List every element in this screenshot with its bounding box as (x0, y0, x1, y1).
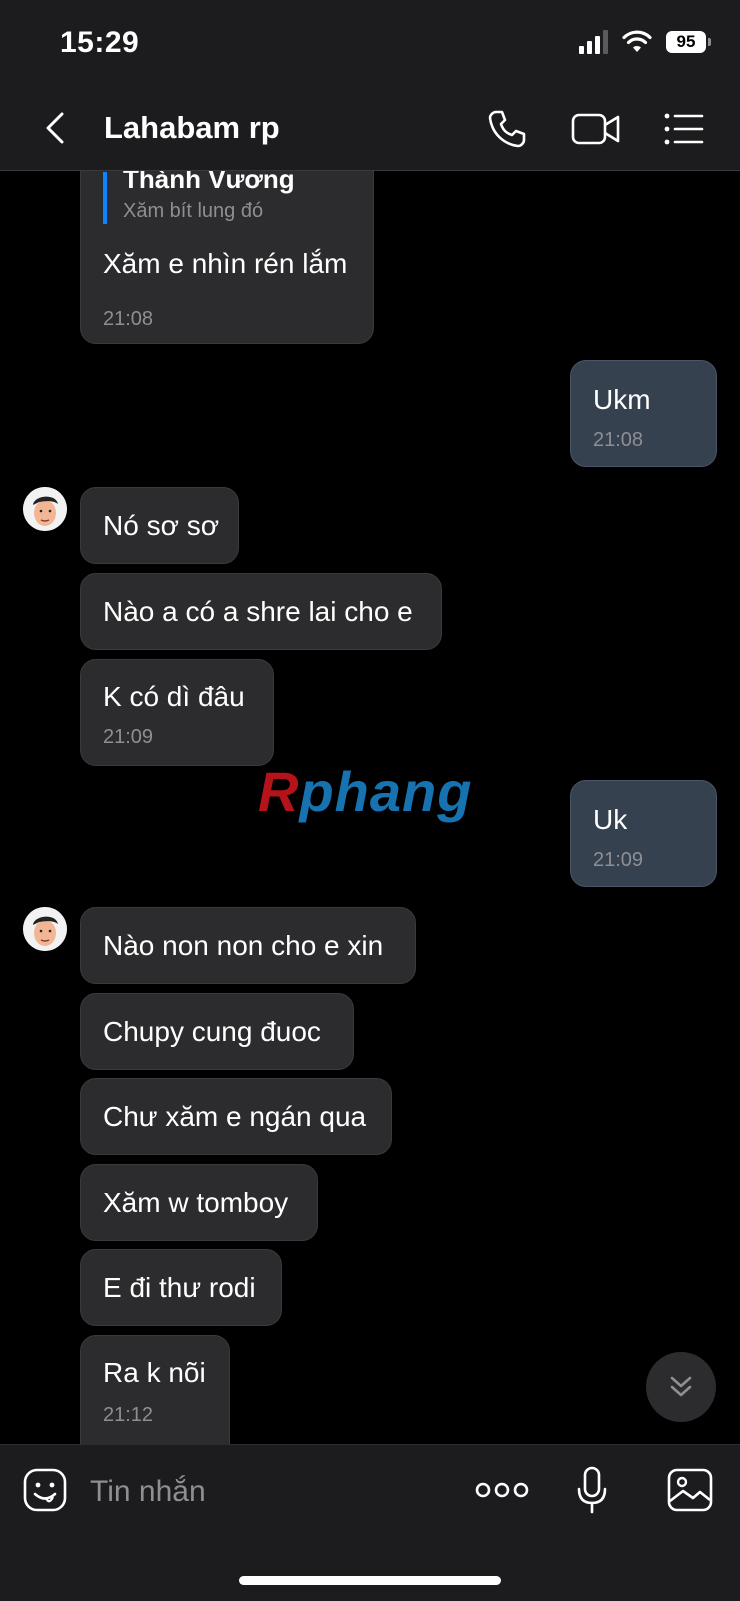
message-time: 21:09 (103, 726, 154, 748)
message-text: E đi thư rodi (103, 1272, 256, 1303)
message-bubble[interactable]: Chupy cung đuoc (80, 993, 354, 1070)
message-input[interactable] (88, 1471, 452, 1513)
list-icon[interactable] (660, 106, 706, 152)
message-text: Nào a có a shre lai cho e (103, 596, 413, 627)
home-indicator[interactable] (239, 1576, 501, 1585)
message-time: 21:08 (103, 308, 154, 330)
message-bubble[interactable]: Nào non non cho e xin (80, 907, 416, 984)
avatar[interactable] (23, 487, 67, 531)
chevron-down-icon (670, 1376, 692, 1397)
message-bubble[interactable]: Nó sơ sơ (80, 487, 239, 564)
message-text: Ra k nõi (103, 1357, 206, 1388)
phone-icon[interactable] (484, 106, 530, 152)
video-icon[interactable] (570, 106, 622, 152)
back-icon[interactable] (38, 108, 78, 148)
message-list[interactable]: Thành Vương Xăm bít lung đó Xăm e nhìn r… (0, 171, 740, 1444)
message-time: 21:08 (593, 429, 644, 451)
status-icons: 95 (579, 30, 711, 54)
message-bubble[interactable]: Uk 21:09 (570, 780, 717, 887)
message-text: Chư xăm e ngán qua (103, 1101, 367, 1132)
message-text: Xăm e nhìn rén lắm (103, 248, 348, 279)
quote-text: Xăm bít lung đó (123, 200, 264, 222)
message-bubble[interactable]: Thành Vương Xăm bít lung đó Xăm e nhìn r… (80, 171, 374, 344)
mic-icon[interactable] (574, 1465, 610, 1515)
message-text: Nào non non cho e xin (103, 930, 384, 961)
image-icon[interactable] (666, 1467, 714, 1513)
quote-sender: Thành Vương (123, 171, 295, 194)
message-bubble[interactable]: Xăm w tomboy (80, 1164, 318, 1241)
wifi-icon (622, 30, 652, 52)
message-text: Ukm (593, 384, 651, 415)
message-text: Uk (593, 804, 628, 835)
message-text: Nó sơ sơ (103, 510, 220, 541)
message-text: Chupy cung đuoc (103, 1016, 321, 1047)
conversation-title[interactable]: Lahabam rp (104, 110, 280, 146)
message-bubble[interactable]: Ukm 21:08 (570, 360, 717, 467)
chat-header: Lahabam rp (0, 92, 740, 171)
signal-icon (579, 30, 608, 54)
status-bar: 15:29 95 (0, 0, 740, 92)
message-bubble[interactable]: Nào a có a shre lai cho e (80, 573, 442, 650)
scroll-to-bottom-button[interactable] (646, 1352, 716, 1422)
message-time: 21:12 (103, 1404, 154, 1426)
watermark-logo: Rphang (258, 760, 473, 823)
status-time: 15:29 (60, 26, 140, 59)
avatar[interactable] (23, 907, 67, 951)
sticker-icon[interactable] (22, 1467, 68, 1513)
more-icon[interactable] (474, 1475, 530, 1505)
reply-quote[interactable]: Thành Vương Xăm bít lung đó (103, 171, 295, 224)
message-bubble[interactable]: Ra k nõi 21:12 (80, 1335, 230, 1444)
message-text: Xăm w tomboy (103, 1187, 289, 1218)
message-bubble[interactable]: Chư xăm e ngán qua (80, 1078, 392, 1155)
battery-icon: 95 (666, 31, 711, 53)
message-time: 21:09 (593, 849, 644, 871)
message-text: K có dì đâu (103, 681, 245, 712)
message-bubble[interactable]: E đi thư rodi (80, 1249, 282, 1326)
message-bubble[interactable]: K có dì đâu 21:09 (80, 659, 274, 766)
